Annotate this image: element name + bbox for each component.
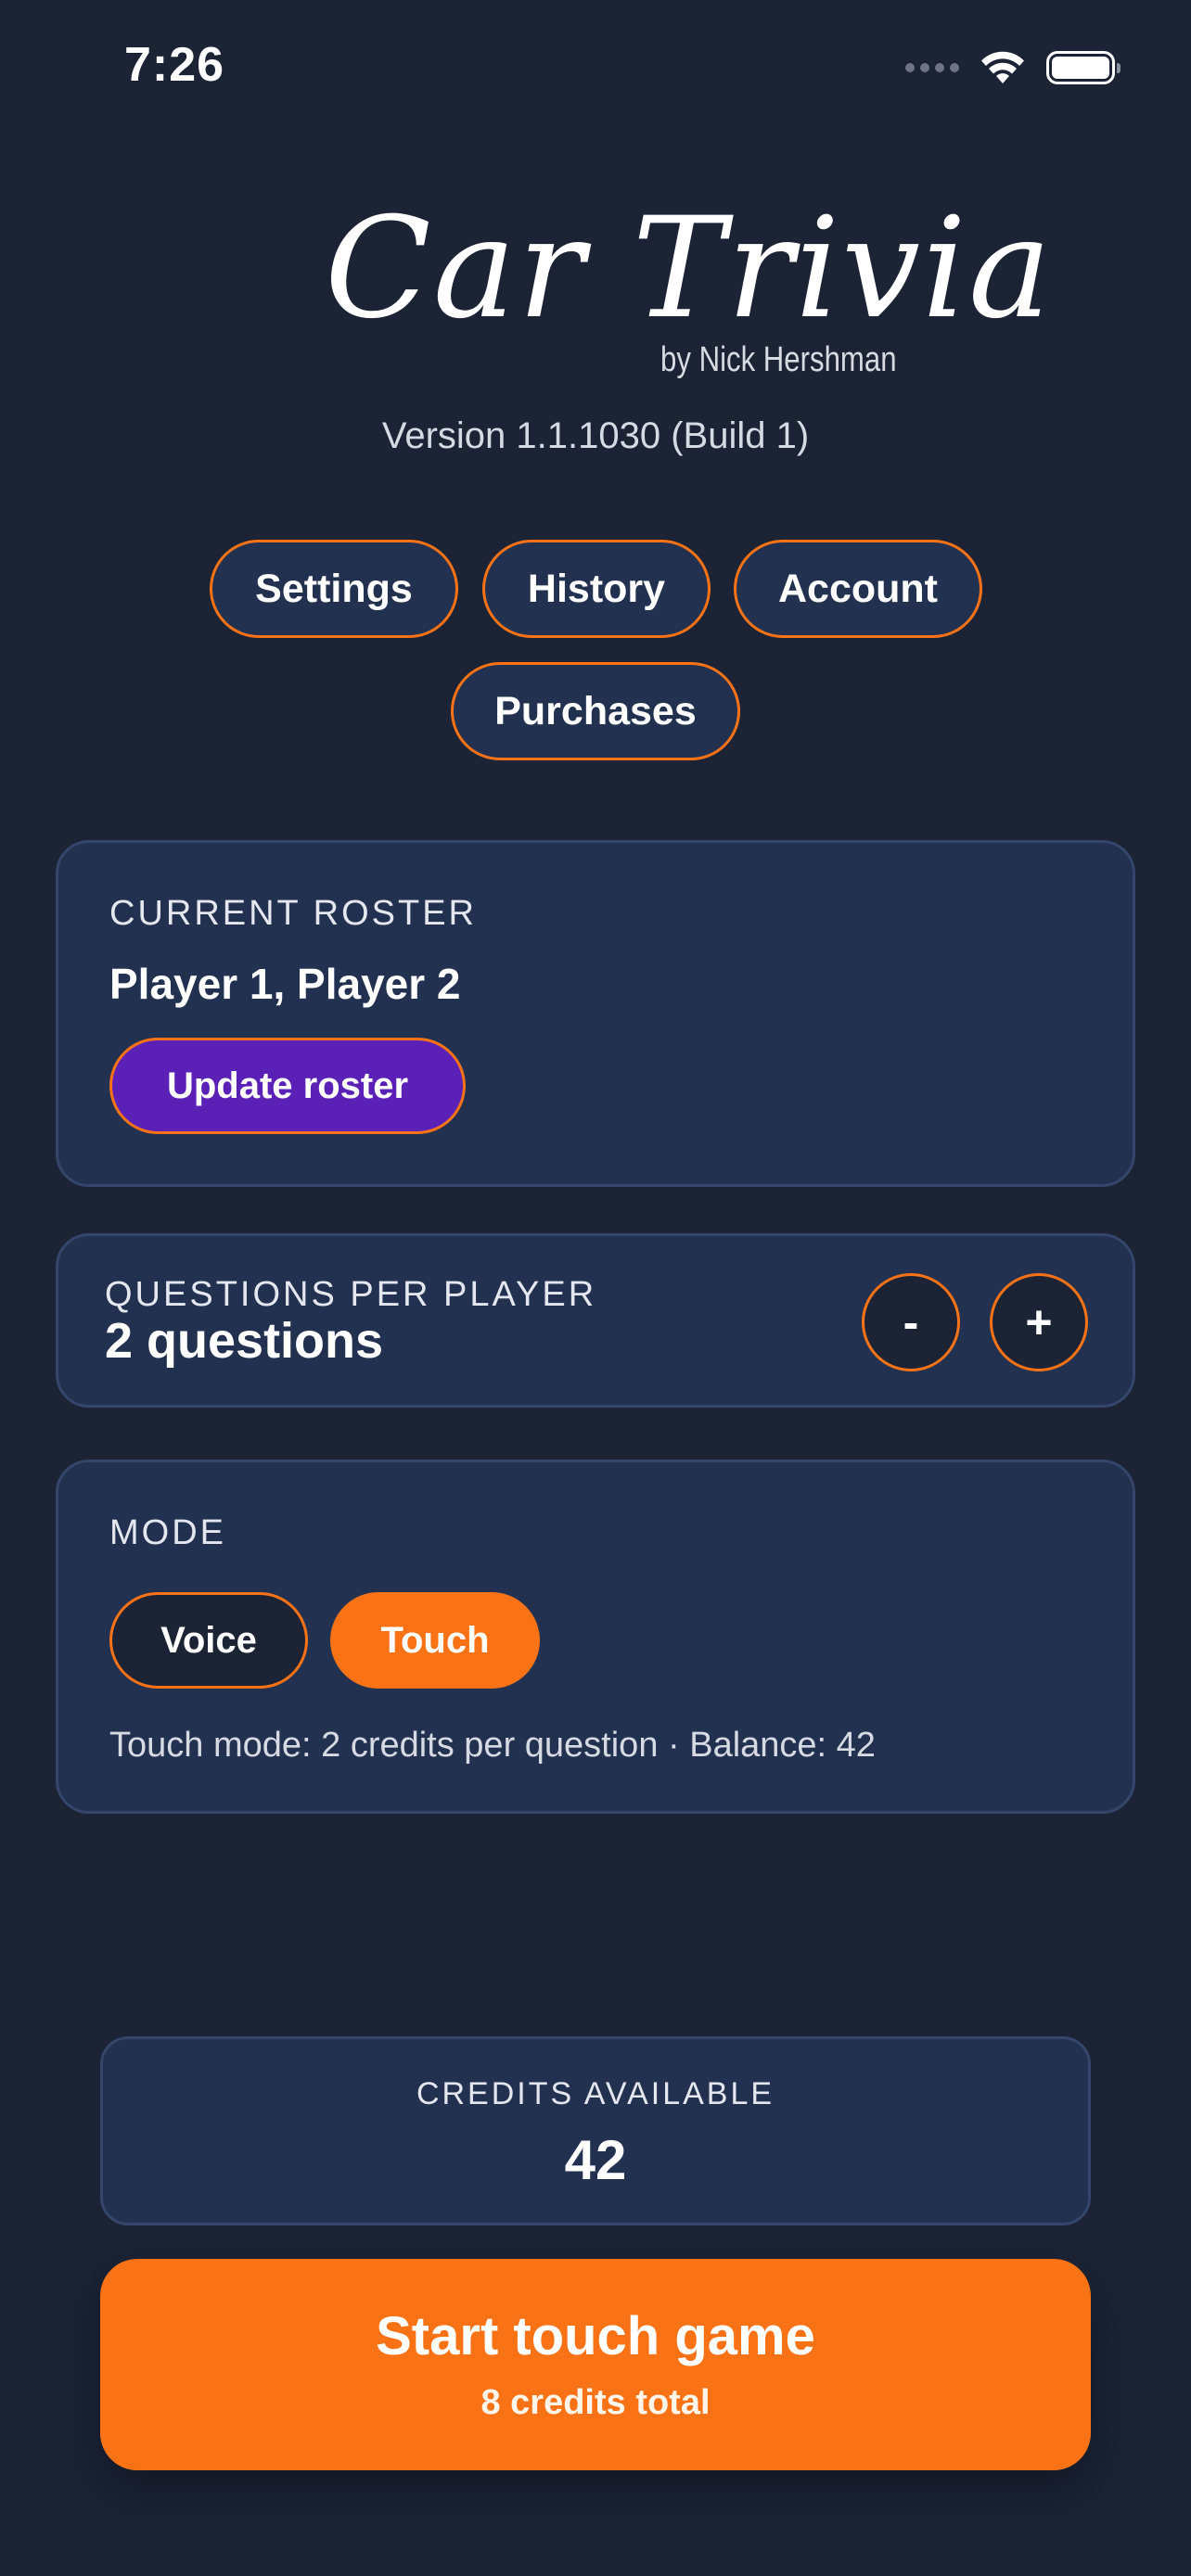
increment-button[interactable]: + — [990, 1273, 1088, 1371]
purchases-button[interactable]: Purchases — [451, 662, 740, 760]
account-button[interactable]: Account — [734, 540, 982, 638]
decrement-button[interactable]: - — [862, 1273, 960, 1371]
mode-voice-button[interactable]: Voice — [109, 1592, 308, 1689]
start-game-button[interactable]: Start touch game 8 credits total — [100, 2259, 1091, 2470]
logo-subtitle: by Nick Hershman — [660, 340, 897, 379]
credits-panel: CREDITS AVAILABLE 42 — [100, 2036, 1091, 2225]
roster-label: CURRENT ROSTER — [109, 894, 477, 933]
mode-label: MODE — [109, 1513, 226, 1552]
start-game-subtitle: 8 credits total — [480, 2383, 711, 2422]
mode-note: Touch mode: 2 credits per question · Bal… — [109, 1726, 876, 1765]
version-label: Version 1.1.1030 (Build 1) — [381, 415, 810, 456]
app-logo: Car Trivia by Nick Hershman — [306, 199, 1051, 394]
credits-label: CREDITS AVAILABLE — [416, 2076, 775, 2111]
wifi-icon — [981, 51, 1024, 83]
mode-card: MODE Voice Touch Touch mode: 2 credits p… — [56, 1460, 1135, 1814]
cellular-signal-icon — [905, 63, 959, 72]
mode-touch-button[interactable]: Touch — [330, 1592, 540, 1689]
roster-players: Player 1, Player 2 — [109, 960, 461, 1008]
update-roster-button[interactable]: Update roster — [109, 1038, 466, 1134]
home-screen: 7:26 Car Trivia by Nick Hershman Version… — [0, 0, 1191, 2576]
roster-card: CURRENT ROSTER Player 1, Player 2 Update… — [56, 840, 1135, 1187]
status-time: 7:26 — [124, 38, 225, 92]
questions-value: 2 questions — [105, 1313, 384, 1369]
credits-value: 42 — [564, 2129, 627, 2191]
history-button[interactable]: History — [482, 540, 711, 638]
questions-card: QUESTIONS PER PLAYER 2 questions - + — [56, 1233, 1135, 1408]
questions-label: QUESTIONS PER PLAYER — [105, 1275, 597, 1314]
logo-title: Car Trivia — [325, 188, 1054, 350]
settings-button[interactable]: Settings — [210, 540, 458, 638]
start-game-title: Start touch game — [376, 2306, 815, 2366]
status-icons — [905, 45, 1121, 91]
battery-icon — [1046, 51, 1121, 84]
